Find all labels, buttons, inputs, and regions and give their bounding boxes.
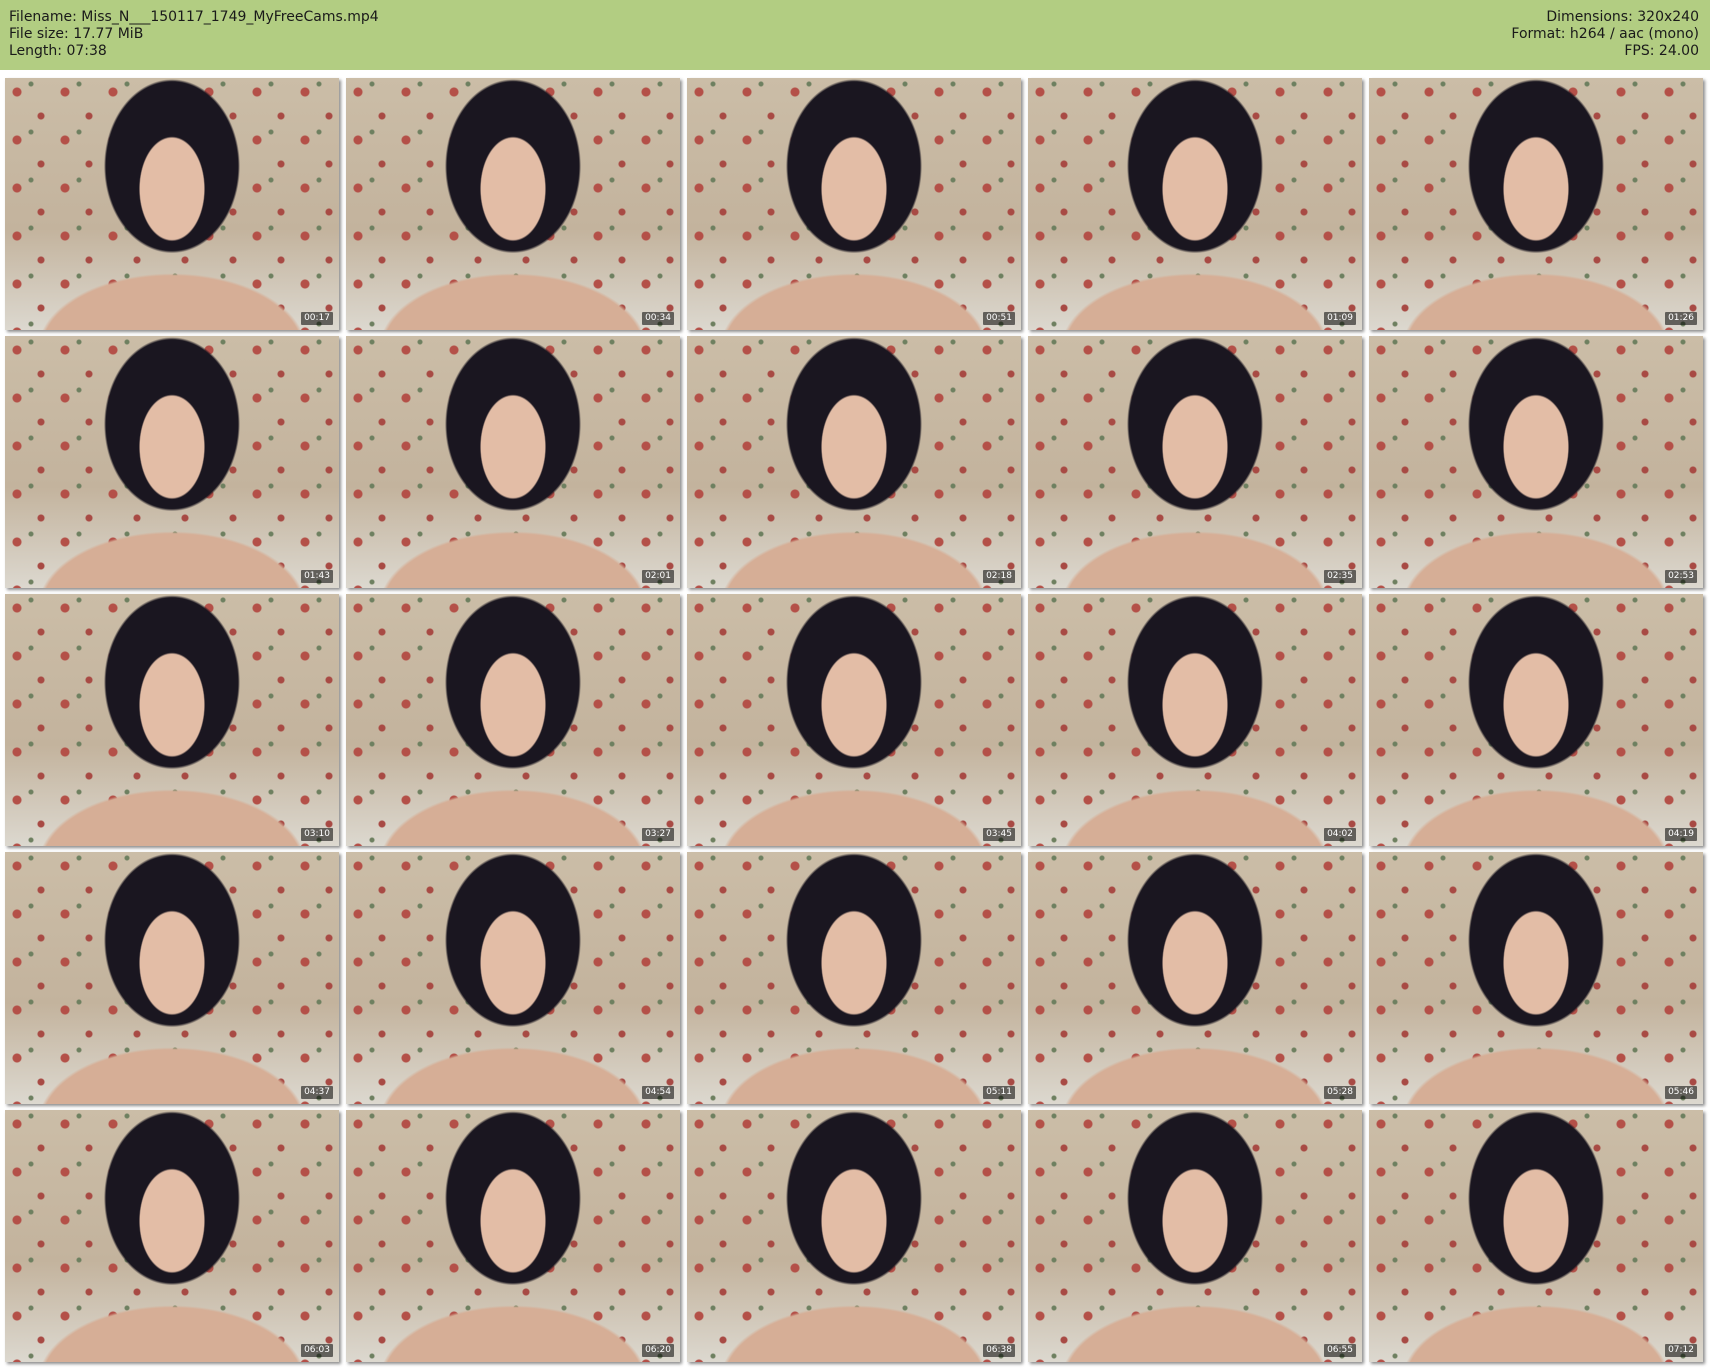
frame-timestamp: 05:11 (983, 1086, 1015, 1099)
frame-timestamp: 00:51 (983, 312, 1015, 325)
frame-timestamp: 04:54 (642, 1086, 674, 1099)
filename-text: Filename: Miss_N___150117_1749_MyFreeCam… (9, 9, 379, 25)
frame-timestamp: 01:26 (1665, 312, 1697, 325)
frame-timestamp: 02:18 (983, 570, 1015, 583)
video-frame-thumbnail[interactable]: 02:35 (1028, 336, 1362, 588)
video-frame-thumbnail[interactable]: 04:37 (5, 852, 339, 1104)
format-text: Format: h264 / aac (mono) (1511, 26, 1699, 42)
frame-timestamp: 03:27 (642, 828, 674, 841)
dimensions-text: Dimensions: 320x240 (1546, 9, 1699, 25)
frame-timestamp: 01:09 (1324, 312, 1356, 325)
video-frame-thumbnail[interactable]: 01:09 (1028, 78, 1362, 330)
video-frame-thumbnail[interactable]: 00:51 (687, 78, 1021, 330)
frame-timestamp: 04:02 (1324, 828, 1356, 841)
video-frame-thumbnail[interactable]: 06:38 (687, 1110, 1021, 1362)
frame-timestamp: 02:01 (642, 570, 674, 583)
length-text: Length: 07:38 (9, 43, 107, 59)
video-frame-thumbnail[interactable]: 01:26 (1369, 78, 1703, 330)
video-frame-thumbnail[interactable]: 04:54 (346, 852, 680, 1104)
frame-timestamp: 06:20 (642, 1344, 674, 1357)
filesize-text: File size: 17.77 MiB (9, 26, 144, 42)
frame-timestamp: 06:03 (301, 1344, 333, 1357)
video-frame-thumbnail[interactable]: 05:28 (1028, 852, 1362, 1104)
video-frame-thumbnail[interactable]: 04:02 (1028, 594, 1362, 846)
video-frame-thumbnail[interactable]: 06:03 (5, 1110, 339, 1362)
frame-timestamp: 07:12 (1665, 1344, 1697, 1357)
frame-timestamp: 06:55 (1324, 1344, 1356, 1357)
frame-timestamp: 03:10 (301, 828, 333, 841)
video-frame-thumbnail[interactable]: 07:12 (1369, 1110, 1703, 1362)
frame-timestamp: 00:34 (642, 312, 674, 325)
video-frame-thumbnail[interactable]: 02:01 (346, 336, 680, 588)
video-frame-thumbnail[interactable]: 01:43 (5, 336, 339, 588)
file-info-header: Filename: Miss_N___150117_1749_MyFreeCam… (0, 0, 1710, 70)
fps-text: FPS: 24.00 (1624, 43, 1699, 59)
frame-timestamp: 05:28 (1324, 1086, 1356, 1099)
frame-timestamp: 06:38 (983, 1344, 1015, 1357)
video-frame-thumbnail[interactable]: 00:34 (346, 78, 680, 330)
video-frame-thumbnail[interactable]: 04:19 (1369, 594, 1703, 846)
frame-timestamp: 01:43 (301, 570, 333, 583)
video-frame-thumbnail[interactable]: 05:46 (1369, 852, 1703, 1104)
frame-timestamp: 03:45 (983, 828, 1015, 841)
file-info-right: Dimensions: 320x240 Format: h264 / aac (… (1511, 9, 1699, 60)
frame-timestamp: 02:35 (1324, 570, 1356, 583)
video-frame-thumbnail[interactable]: 06:55 (1028, 1110, 1362, 1362)
frame-timestamp: 04:19 (1665, 828, 1697, 841)
frame-timestamp: 00:17 (301, 312, 333, 325)
video-frame-thumbnail[interactable]: 03:10 (5, 594, 339, 846)
video-frame-thumbnail[interactable]: 02:53 (1369, 336, 1703, 588)
file-info-left: Filename: Miss_N___150117_1749_MyFreeCam… (9, 9, 379, 60)
frame-timestamp: 04:37 (301, 1086, 333, 1099)
video-frame-thumbnail[interactable]: 03:27 (346, 594, 680, 846)
video-frame-thumbnail[interactable]: 05:11 (687, 852, 1021, 1104)
video-frame-thumbnail[interactable]: 00:17 (5, 78, 339, 330)
frame-timestamp: 05:46 (1665, 1086, 1697, 1099)
video-frame-thumbnail[interactable]: 06:20 (346, 1110, 680, 1362)
frame-timestamp: 02:53 (1665, 570, 1697, 583)
video-frame-thumbnail[interactable]: 02:18 (687, 336, 1021, 588)
video-frame-thumbnail[interactable]: 03:45 (687, 594, 1021, 846)
